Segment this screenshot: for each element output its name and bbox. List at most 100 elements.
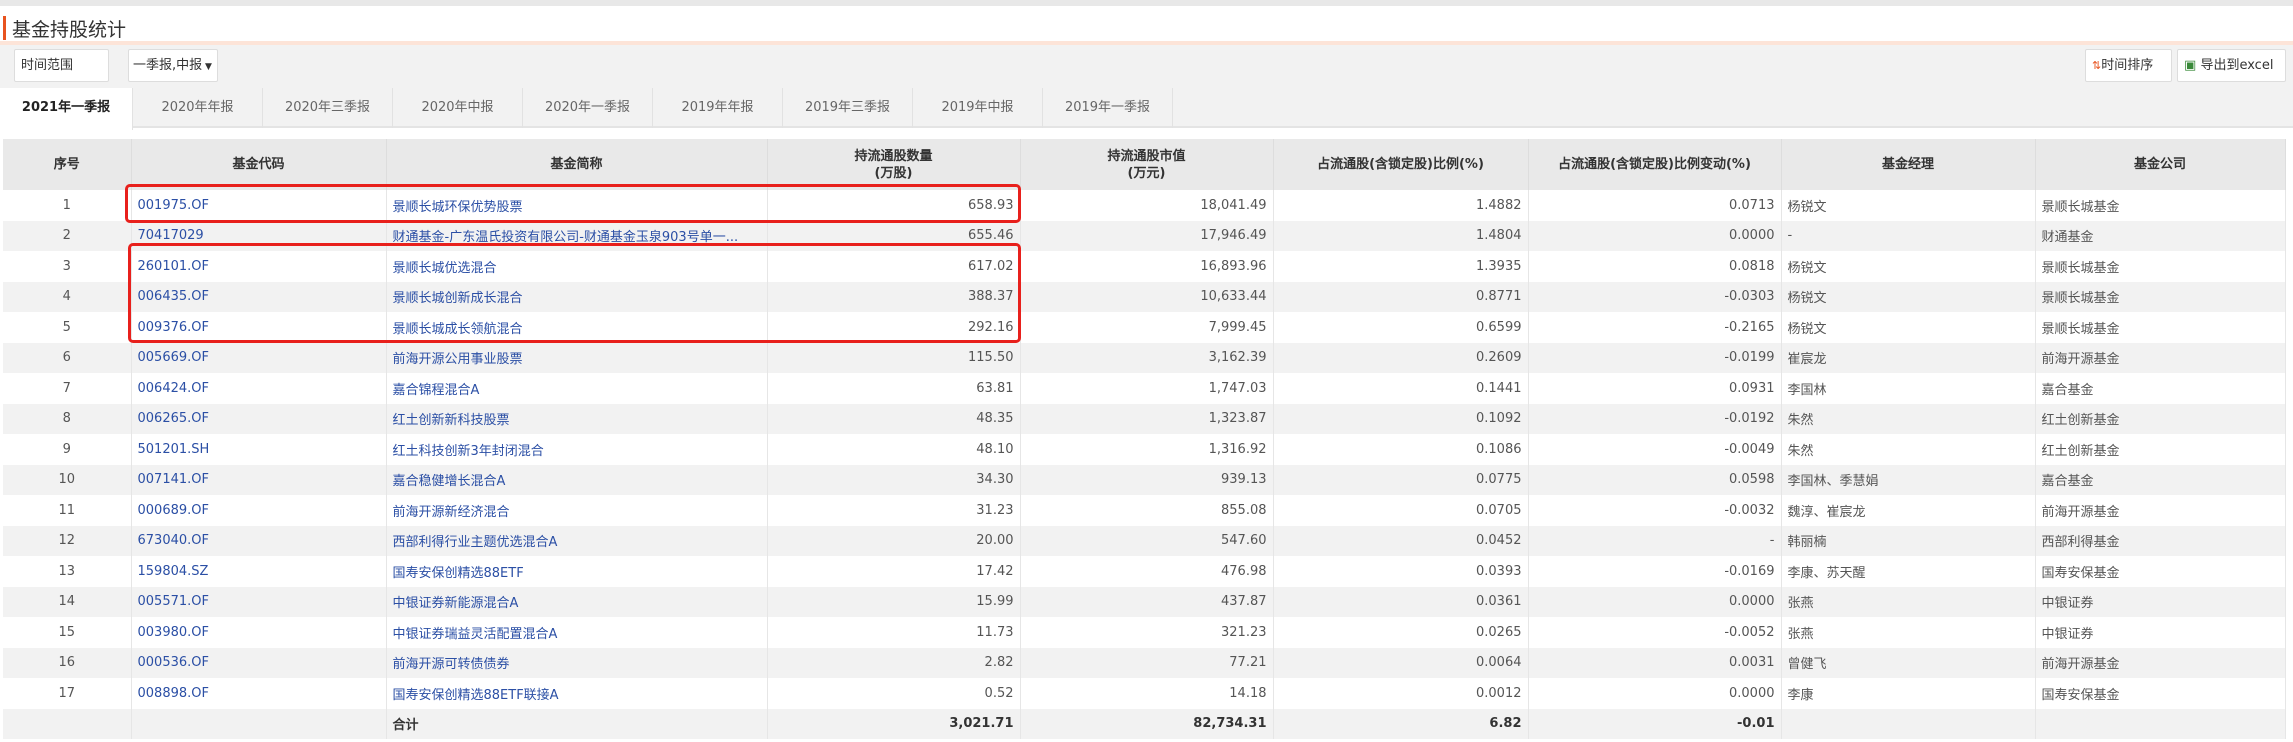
column-header[interactable]: 基金简称 xyxy=(386,139,768,190)
cell: 中银证券瑞益灵活配置混合A xyxy=(386,617,768,648)
total-row: 合计 3,021.71 82,734.31 6.82 -0.01 xyxy=(3,708,2286,739)
fund-name-link[interactable]: 前海开源新经济混合 xyxy=(393,505,510,520)
fund-code-link[interactable]: 005669.OF xyxy=(138,350,209,365)
cell: 437.87 xyxy=(1020,586,1274,617)
column-header[interactable]: 基金经理 xyxy=(1781,139,2036,190)
cell: 547.60 xyxy=(1020,525,1274,556)
tab-2020年年报[interactable]: 2020年年报 xyxy=(133,88,263,128)
cell: 崔宸龙 xyxy=(1781,342,2036,373)
fund-name-link[interactable]: 国寿安保创精选88ETF联接A xyxy=(393,688,559,703)
export-excel-button[interactable]: ▣ 导出到excel xyxy=(2177,49,2286,82)
fund-code-link[interactable]: 007141.OF xyxy=(138,472,209,487)
cell: 0.6599 xyxy=(1273,312,1529,343)
report-tabs: 2021年一季报 2020年年报 2020年三季报 2020年中报 2020年一季报 20… xyxy=(0,88,2293,130)
fund-name-link[interactable]: 前海开源可转债债券 xyxy=(393,657,510,672)
cell: 2 xyxy=(3,220,132,251)
total-cell xyxy=(3,708,132,739)
cell: 1,323.87 xyxy=(1020,403,1274,434)
fund-name-link[interactable]: 中银证券新能源混合A xyxy=(393,596,519,611)
cell: 48.10 xyxy=(767,434,1021,465)
cell: 006424.OF xyxy=(131,373,387,404)
fund-name-link[interactable]: 财通基金-广东温氏投资有限公司-财通基金玉泉903号单一... xyxy=(393,230,739,245)
fund-code-link[interactable]: 003980.OF xyxy=(138,625,209,640)
cell: 中银证券 xyxy=(2035,617,2286,648)
fund-code-link[interactable]: 001975.OF xyxy=(138,198,209,213)
cell: -0.0303 xyxy=(1528,281,1782,312)
cell: 杨锐文 xyxy=(1781,190,2036,221)
cell: 0.0705 xyxy=(1273,495,1529,526)
tab-2019年中报[interactable]: 2019年中报 xyxy=(913,88,1043,128)
cell: 曾健飞 xyxy=(1781,647,2036,678)
fund-name-link[interactable]: 景顺长城环保优势股票 xyxy=(393,200,523,215)
fund-code-link[interactable]: 000689.OF xyxy=(138,503,209,518)
fund-code-link[interactable]: 000536.OF xyxy=(138,655,209,670)
fund-name-link[interactable]: 国寿安保创精选88ETF xyxy=(393,566,524,581)
tab-2019年一季报[interactable]: 2019年一季报 xyxy=(1043,88,1173,128)
cell: 红土创新新科技股票 xyxy=(386,403,768,434)
cell: 景顺长城创新成长混合 xyxy=(386,281,768,312)
fund-code-link[interactable]: 006265.OF xyxy=(138,411,209,426)
tab-2020年三季报[interactable]: 2020年三季报 xyxy=(263,88,393,128)
fund-name-link[interactable]: 西部利得行业主题优选混合A xyxy=(393,535,558,550)
fund-code-link[interactable]: 501201.SH xyxy=(138,442,210,457)
cell: 0.0000 xyxy=(1528,220,1782,251)
column-header[interactable]: 持流通股数量 (万股) xyxy=(767,139,1021,190)
fund-name-link[interactable]: 红土创新新科技股票 xyxy=(393,413,510,428)
cell: 0.0818 xyxy=(1528,251,1782,282)
column-header[interactable]: 序号 xyxy=(3,139,132,190)
table-header: 序号 基金代码 基金简称 持流通股数量 (万股) 持流通股市值 (万元) 占流通股(含锁定股)… xyxy=(3,139,2286,190)
fund-code-link[interactable]: 673040.OF xyxy=(138,533,209,548)
column-header[interactable]: 基金公司 xyxy=(2035,139,2286,190)
fund-code-link[interactable]: 006435.OF xyxy=(138,289,209,304)
column-header[interactable]: 持流通股市值 (万元) xyxy=(1020,139,1274,190)
fund-name-link[interactable]: 前海开源公用事业股票 xyxy=(393,352,523,367)
cell: 嘉合稳健增长混合A xyxy=(386,464,768,495)
cell: 李康、苏天醒 xyxy=(1781,556,2036,587)
cell: 杨锐文 xyxy=(1781,281,2036,312)
fund-name-link[interactable]: 嘉合锦程混合A xyxy=(393,383,480,398)
fund-name-link[interactable]: 景顺长城创新成长混合 xyxy=(393,291,523,306)
time-sort-button[interactable]: ⇅时间排序 xyxy=(2085,49,2172,82)
cell: 16,893.96 xyxy=(1020,251,1274,282)
cell: 4 xyxy=(3,281,132,312)
fund-name-link[interactable]: 嘉合稳健增长混合A xyxy=(393,474,506,489)
fund-name-link[interactable]: 红土科技创新3年封闭混合 xyxy=(393,444,544,459)
cell: 0.0265 xyxy=(1273,617,1529,648)
column-header-label: 基金简称 xyxy=(550,157,603,172)
cell: 476.98 xyxy=(1020,556,1274,587)
fund-code-link[interactable]: 70417029 xyxy=(138,228,204,243)
cell: 501201.SH xyxy=(131,434,387,465)
cell: 杨锐文 xyxy=(1781,251,2036,282)
fund-name-link[interactable]: 中银证券瑞益灵活配置混合A xyxy=(393,627,558,642)
fund-code-link[interactable]: 260101.OF xyxy=(138,259,209,274)
fund-name-link[interactable]: 景顺长城成长领航混合 xyxy=(393,322,523,337)
fund-code-link[interactable]: 006424.OF xyxy=(138,381,209,396)
tab-2021年一季报[interactable]: 2021年一季报 xyxy=(0,88,133,130)
cell: 77.21 xyxy=(1020,647,1274,678)
cell: 0.52 xyxy=(767,678,1021,709)
tab-2020年一季报[interactable]: 2020年一季报 xyxy=(523,88,653,128)
column-header[interactable]: 占流通股(含锁定股)比例变动(%) xyxy=(1528,139,1782,190)
report-type-select[interactable]: 一季报,中报 ▼ xyxy=(128,49,218,82)
cell: 西部利得基金 xyxy=(2035,525,2286,556)
tab-2020年中报[interactable]: 2020年中报 xyxy=(393,88,523,128)
column-header[interactable]: 基金代码 xyxy=(131,139,387,190)
cell: 国寿安保创精选88ETF联接A xyxy=(386,678,768,709)
column-header[interactable]: 占流通股(含锁定股)比例(%) xyxy=(1273,139,1529,190)
tab-2019年三季报[interactable]: 2019年三季报 xyxy=(783,88,913,128)
cell: -0.0049 xyxy=(1528,434,1782,465)
fund-code-link[interactable]: 008898.OF xyxy=(138,686,209,701)
cell: -0.0192 xyxy=(1528,403,1782,434)
column-header-label: 占流通股(含锁定股)比例(%) xyxy=(1317,157,1484,172)
total-cell: 82,734.31 xyxy=(1020,708,1274,739)
fund-code-link[interactable]: 159804.SZ xyxy=(138,564,209,579)
cell: 260101.OF xyxy=(131,251,387,282)
cell: 0.0713 xyxy=(1528,190,1782,221)
cell: 9 xyxy=(3,434,132,465)
cell: -0.0199 xyxy=(1528,342,1782,373)
fund-code-link[interactable]: 009376.OF xyxy=(138,320,209,335)
fund-name-link[interactable]: 景顺长城优选混合 xyxy=(393,261,497,276)
fund-code-link[interactable]: 005571.OF xyxy=(138,594,209,609)
tab-2019年年报[interactable]: 2019年年报 xyxy=(653,88,783,128)
total-cell: -0.01 xyxy=(1528,708,1782,739)
